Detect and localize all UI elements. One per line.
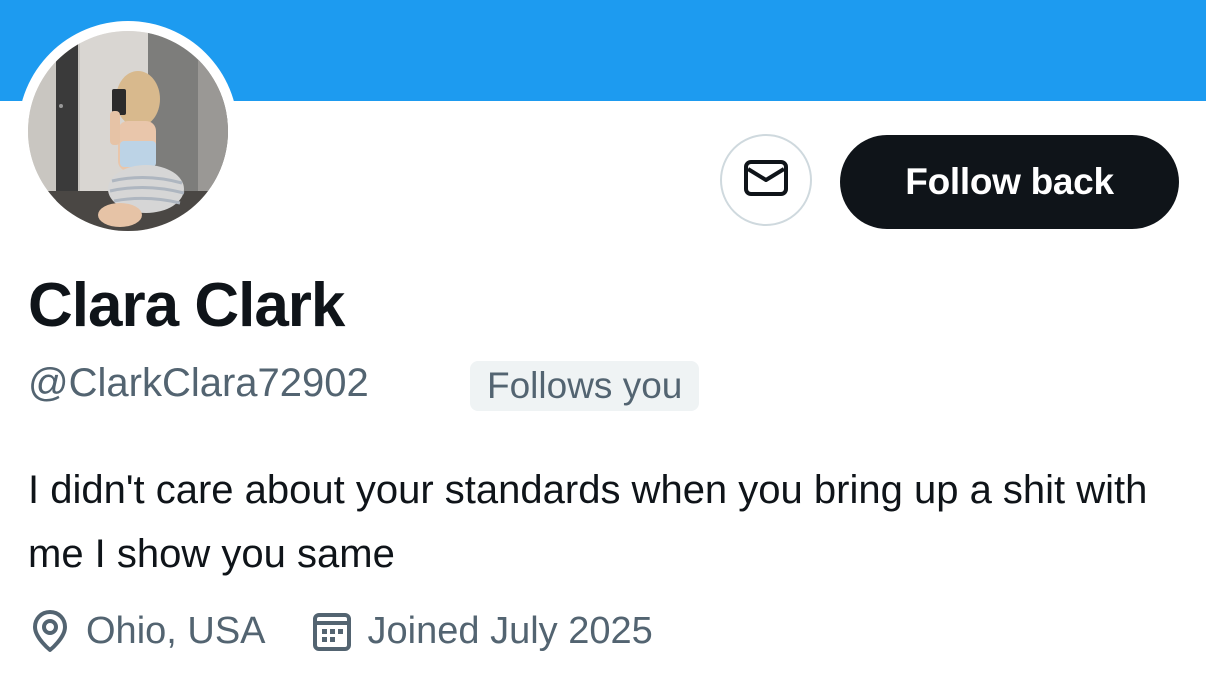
- avatar[interactable]: [28, 31, 228, 231]
- avatar-photo: [28, 31, 228, 231]
- profile-page: Follow back Clara Clark @ClarkClara72902…: [0, 0, 1206, 677]
- follows-you-badge: Follows you: [470, 361, 700, 411]
- profile-meta: Ohio, USA Joined July 2025: [28, 604, 653, 658]
- profile-bio: I didn't care about your standards when …: [28, 468, 1148, 576]
- display-name: Clara Clark: [28, 271, 345, 340]
- message-button[interactable]: [720, 134, 812, 226]
- follow-back-button[interactable]: Follow back: [840, 135, 1179, 229]
- location-item: Ohio, USA: [28, 608, 266, 654]
- envelope-icon: [742, 158, 790, 203]
- location-text: Ohio, USA: [86, 609, 266, 652]
- user-handle: @ClarkClara72902: [28, 361, 369, 405]
- calendar-icon: [310, 608, 356, 654]
- joined-item: Joined July 2025: [310, 608, 653, 654]
- joined-text: Joined July 2025: [367, 609, 653, 652]
- location-pin-icon: [28, 608, 74, 654]
